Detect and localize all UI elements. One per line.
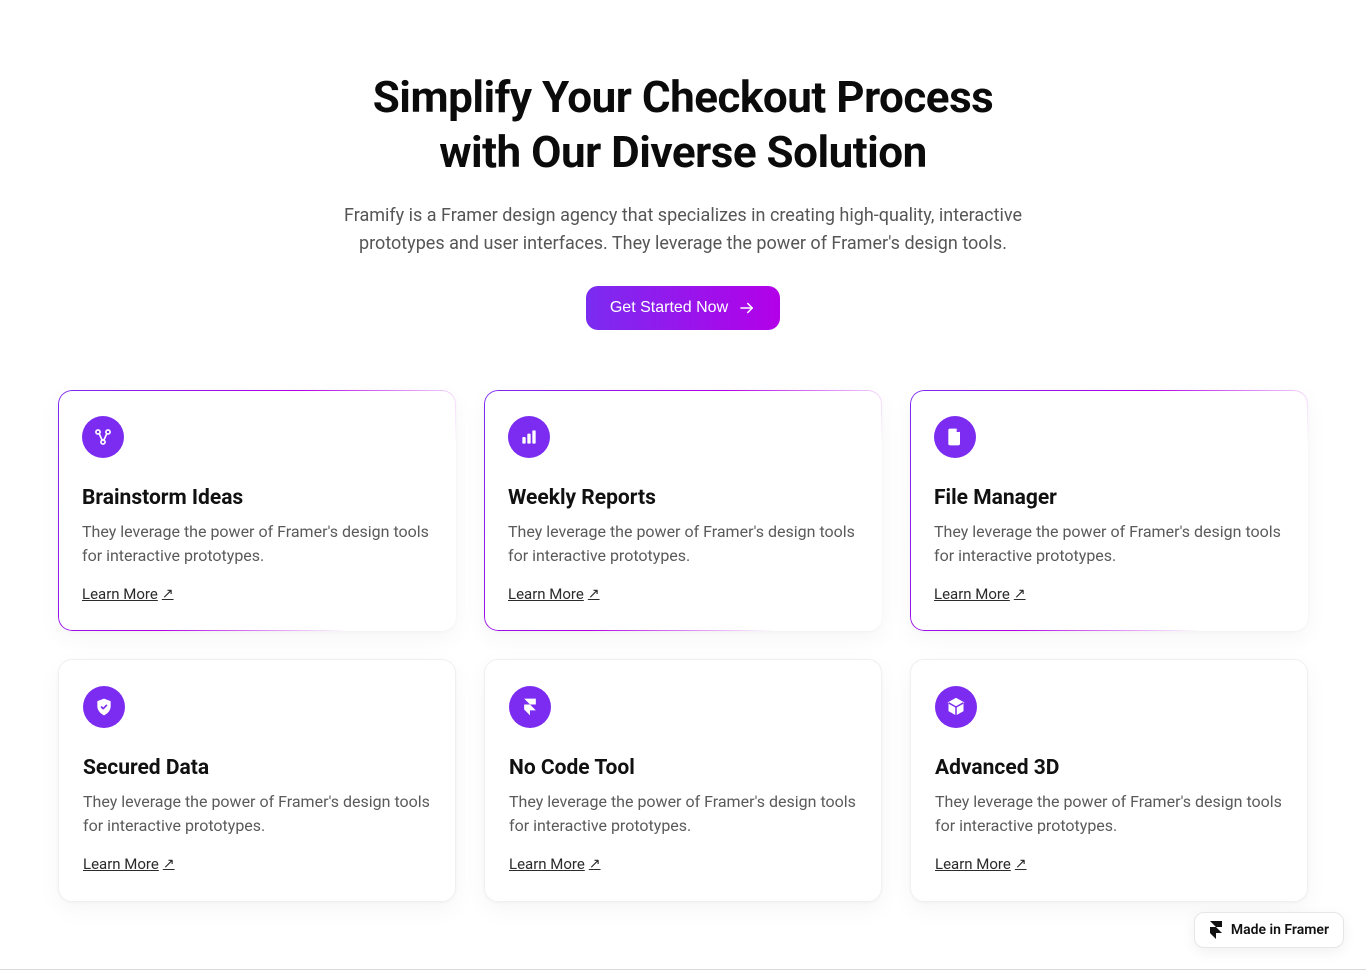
- learn-more-link[interactable]: Learn More ↗: [509, 855, 601, 873]
- framer-logo-icon: [1209, 921, 1223, 939]
- file-icon: [934, 416, 976, 458]
- learn-more-label: Learn More: [509, 855, 585, 873]
- feature-card-brainstorm: Brainstorm Ideas They leverage the power…: [58, 390, 456, 631]
- arrow-up-right-icon: ↗: [163, 856, 175, 872]
- cta-label: Get Started Now: [610, 299, 728, 317]
- hero-title-line1: Simplify Your Checkout Process: [373, 71, 994, 123]
- page-root: Simplify Your Checkout Process with Our …: [0, 0, 1366, 942]
- arrow-right-icon: [738, 299, 756, 317]
- made-in-framer-badge[interactable]: Made in Framer: [1194, 912, 1344, 948]
- feature-desc: They leverage the power of Framer's desi…: [508, 520, 858, 568]
- feature-desc: They leverage the power of Framer's desi…: [82, 520, 432, 568]
- learn-more-label: Learn More: [82, 585, 158, 603]
- features-grid: Brainstorm Ideas They leverage the power…: [58, 390, 1308, 902]
- hero-subtitle: Framify is a Framer design agency that s…: [323, 202, 1043, 258]
- feature-card-filemanager: File Manager They leverage the power of …: [910, 390, 1308, 631]
- hero-section: Simplify Your Checkout Process with Our …: [243, 70, 1123, 330]
- learn-more-label: Learn More: [935, 855, 1011, 873]
- card-inner: File Manager They leverage the power of …: [910, 390, 1308, 631]
- get-started-button[interactable]: Get Started Now: [586, 286, 780, 330]
- branches-icon: [82, 416, 124, 458]
- learn-more-label: Learn More: [934, 585, 1010, 603]
- feature-title: Advanced 3D: [935, 756, 1283, 780]
- arrow-up-right-icon: ↗: [162, 586, 174, 602]
- feature-card-reports: Weekly Reports They leverage the power o…: [484, 390, 882, 631]
- badge-label: Made in Framer: [1231, 922, 1329, 938]
- feature-card-3d: Advanced 3D They leverage the power of F…: [910, 659, 1308, 902]
- hero-title-line2: with Our Diverse Solution: [439, 126, 927, 178]
- learn-more-link[interactable]: Learn More ↗: [82, 585, 174, 603]
- feature-title: Brainstorm Ideas: [82, 486, 432, 510]
- learn-more-link[interactable]: Learn More ↗: [83, 855, 175, 873]
- arrow-up-right-icon: ↗: [588, 586, 600, 602]
- feature-title: Weekly Reports: [508, 486, 858, 510]
- arrow-up-right-icon: ↗: [1015, 856, 1027, 872]
- card-inner: Brainstorm Ideas They leverage the power…: [58, 390, 456, 631]
- shield-check-icon: [83, 686, 125, 728]
- feature-desc: They leverage the power of Framer's desi…: [935, 790, 1283, 838]
- learn-more-label: Learn More: [83, 855, 159, 873]
- learn-more-label: Learn More: [508, 585, 584, 603]
- feature-desc: They leverage the power of Framer's desi…: [509, 790, 857, 838]
- learn-more-link[interactable]: Learn More ↗: [934, 585, 1026, 603]
- cube-icon: [935, 686, 977, 728]
- hero-title: Simplify Your Checkout Process with Our …: [243, 70, 1123, 180]
- feature-desc: They leverage the power of Framer's desi…: [934, 520, 1284, 568]
- arrow-up-right-icon: ↗: [1014, 586, 1026, 602]
- card-inner: Weekly Reports They leverage the power o…: [484, 390, 882, 631]
- bar-chart-icon: [508, 416, 550, 458]
- feature-title: Secured Data: [83, 756, 431, 780]
- learn-more-link[interactable]: Learn More ↗: [508, 585, 600, 603]
- learn-more-link[interactable]: Learn More ↗: [935, 855, 1027, 873]
- feature-card-nocode: No Code Tool They leverage the power of …: [484, 659, 882, 902]
- feature-card-secured: Secured Data They leverage the power of …: [58, 659, 456, 902]
- feature-title: No Code Tool: [509, 756, 857, 780]
- feature-desc: They leverage the power of Framer's desi…: [83, 790, 431, 838]
- feature-title: File Manager: [934, 486, 1284, 510]
- framer-logo-icon: [509, 686, 551, 728]
- arrow-up-right-icon: ↗: [589, 856, 601, 872]
